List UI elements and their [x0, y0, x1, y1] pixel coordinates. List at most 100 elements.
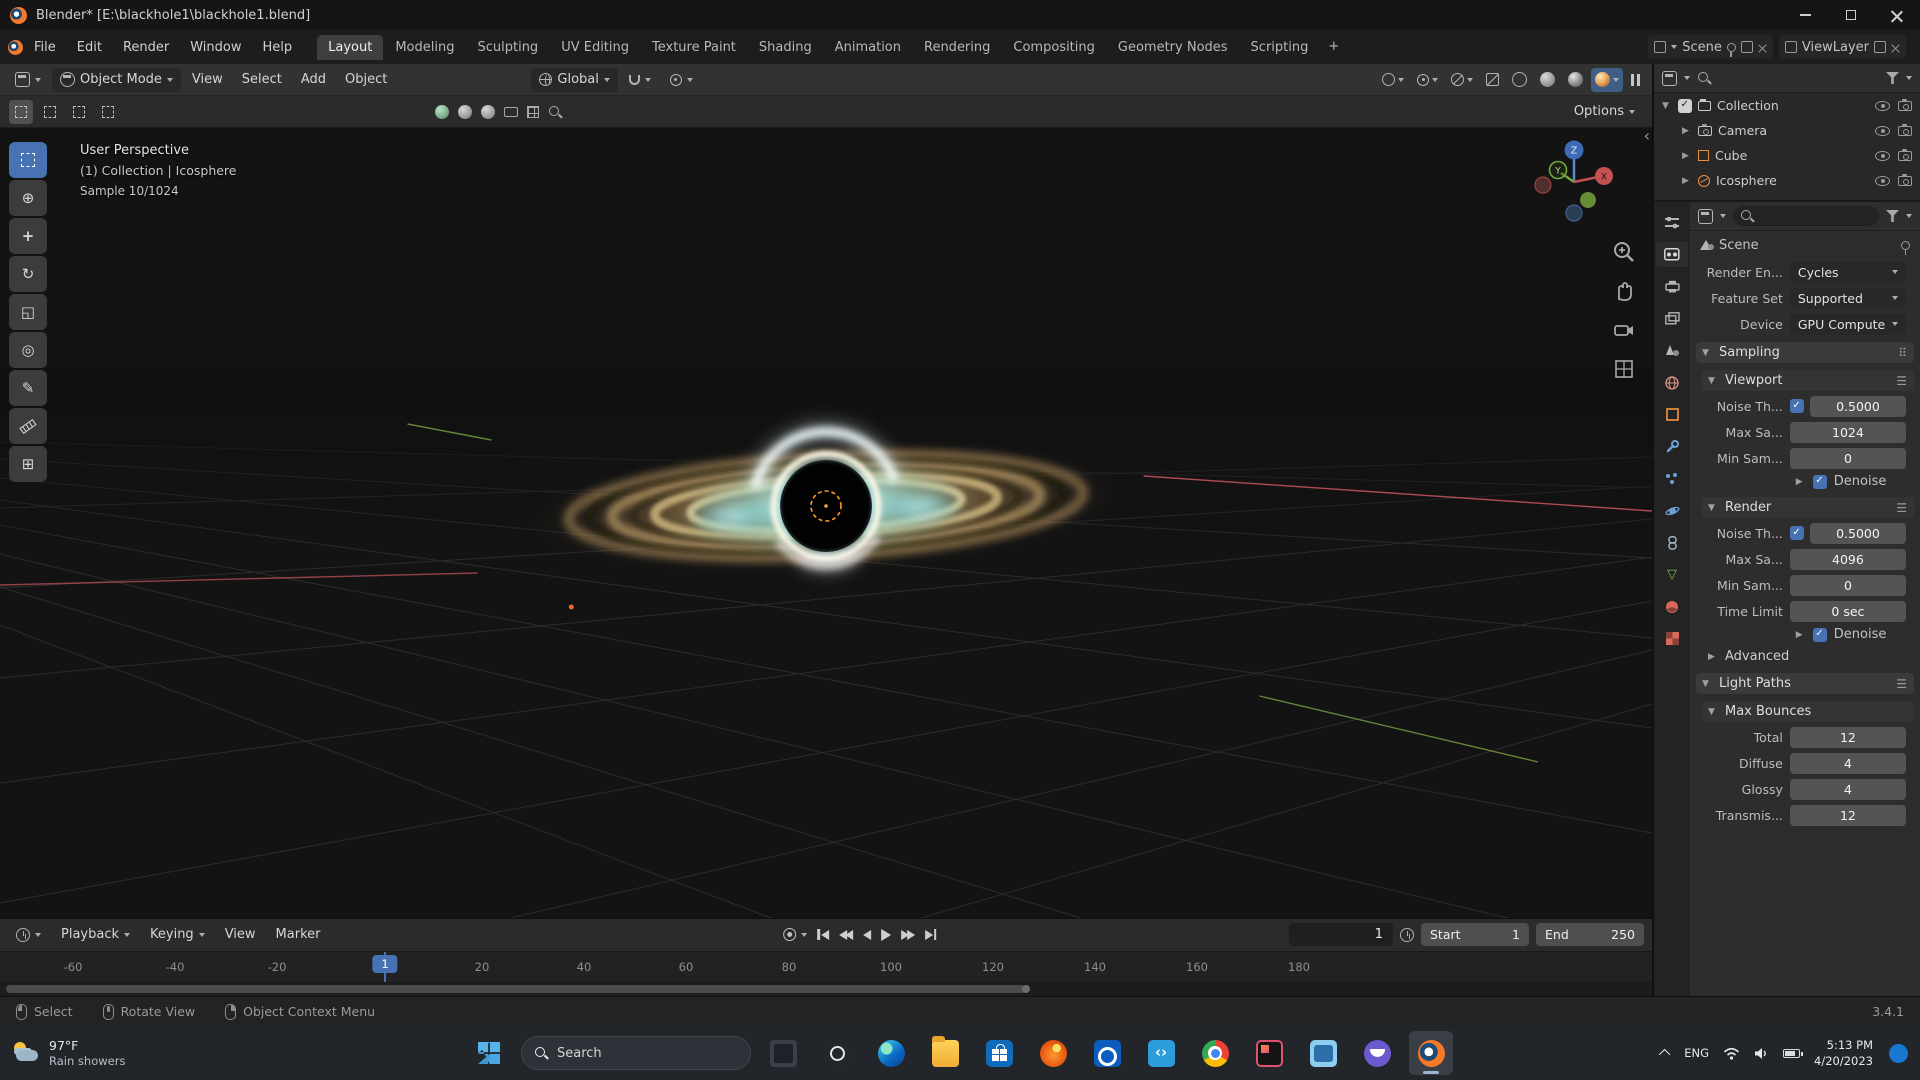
tab-layout[interactable]: Layout: [317, 34, 384, 60]
taskbar-search-box[interactable]: Search: [521, 1036, 751, 1070]
use-preview-range-icon[interactable]: [1400, 927, 1414, 942]
wifi-icon[interactable]: [1723, 1047, 1740, 1060]
expand-arrow-icon[interactable]: ▶: [1682, 176, 1692, 186]
taskbar-app-store[interactable]: [977, 1031, 1021, 1075]
close-button[interactable]: [1874, 0, 1920, 30]
noise-threshold-field[interactable]: 0.5000: [1809, 395, 1906, 417]
gizmo-neg-z-axis[interactable]: [1565, 204, 1583, 222]
add-workspace-button[interactable]: +: [1320, 35, 1347, 60]
max-samples-field[interactable]: 1024: [1789, 421, 1906, 443]
shading-material-button[interactable]: [1563, 68, 1588, 92]
render-visibility-icon[interactable]: [1898, 98, 1912, 111]
shading-ball-icon[interactable]: [435, 104, 449, 119]
expand-arrow-icon[interactable]: ▼: [1662, 101, 1672, 111]
advanced-subsection[interactable]: ▶ Advanced: [1690, 645, 1920, 668]
play-button[interactable]: [880, 928, 891, 941]
max-bounces-subsection-header[interactable]: ▼ Max Bounces: [1702, 701, 1914, 722]
eye-icon[interactable]: [1875, 150, 1890, 161]
search-icon[interactable]: [1697, 71, 1711, 85]
taskbar-app-firefox[interactable]: [1031, 1031, 1075, 1075]
eye-icon[interactable]: [1875, 175, 1890, 186]
start-frame-field[interactable]: Start 1: [1421, 923, 1529, 947]
tab-modeling[interactable]: Modeling: [384, 35, 465, 60]
eye-icon[interactable]: [1875, 125, 1890, 136]
taskbar-app-teams[interactable]: [1301, 1031, 1345, 1075]
time-limit-field[interactable]: 0 sec: [1789, 600, 1906, 622]
matcap-ball-icon[interactable]: [458, 104, 472, 119]
select-mode-invert-button[interactable]: [96, 100, 120, 124]
taskbar-app-ide[interactable]: [1247, 1031, 1291, 1075]
menu-window[interactable]: Window: [180, 36, 251, 59]
sidebar-collapse-arrow[interactable]: ‹: [1644, 128, 1650, 145]
zoom-button[interactable]: [1612, 240, 1636, 264]
viewport-canvas[interactable]: ⊕ + ↻ ◱ ◎ ✎ ⊞ User Perspective (1) Colle…: [0, 128, 1652, 918]
orthographic-toggle-button[interactable]: [1612, 357, 1636, 381]
viewport-subsection-header[interactable]: ▼ Viewport ☰: [1702, 370, 1914, 391]
auto-keying-button[interactable]: [783, 928, 808, 942]
tab-tool[interactable]: [1656, 210, 1688, 235]
taskbar-app-blender[interactable]: [1409, 1031, 1453, 1075]
tab-physics-properties[interactable]: [1656, 498, 1688, 523]
denoise-checkbox[interactable]: [1812, 474, 1827, 489]
playback-menu[interactable]: Playback: [53, 923, 138, 947]
keying-menu[interactable]: Keying: [142, 923, 213, 947]
sampling-section-header[interactable]: ▼ Sampling ⠿: [1696, 342, 1914, 363]
shading-rendered-button[interactable]: [1591, 67, 1623, 92]
render-visibility-icon[interactable]: [1898, 148, 1912, 161]
camera-view-button[interactable]: [1612, 318, 1636, 342]
select-mode-new-button[interactable]: [9, 99, 33, 124]
current-frame-field[interactable]: 1: [1289, 923, 1393, 947]
menu-add[interactable]: Add: [293, 68, 334, 92]
jump-to-end-button[interactable]: [924, 929, 937, 941]
timeline-view-menu[interactable]: View: [217, 923, 264, 947]
tool-transform[interactable]: ◎: [9, 332, 47, 368]
tab-animation[interactable]: Animation: [824, 35, 912, 60]
gizmo-neg-x-axis[interactable]: [1534, 176, 1552, 194]
options-dropdown[interactable]: Options: [1566, 100, 1643, 124]
render-engine-dropdown[interactable]: Cycles: [1789, 261, 1906, 283]
tab-rendering[interactable]: Rendering: [913, 35, 1001, 60]
tab-geometry-nodes[interactable]: Geometry Nodes: [1107, 35, 1239, 60]
tool-add-cube[interactable]: ⊞: [9, 446, 47, 482]
outliner-editor-icon[interactable]: [1662, 70, 1677, 86]
tab-particle-properties[interactable]: [1656, 466, 1688, 491]
tool-select-box[interactable]: [9, 142, 47, 178]
device-dropdown[interactable]: GPU Compute: [1789, 313, 1906, 335]
end-frame-field[interactable]: End 250: [1536, 923, 1644, 947]
collection-checkbox[interactable]: [1678, 98, 1692, 113]
taskbar-app-edge[interactable]: [869, 1031, 913, 1075]
collection-name[interactable]: Collection: [1717, 98, 1869, 113]
overlays-dropdown[interactable]: [1446, 68, 1478, 92]
object-name[interactable]: Cube: [1715, 148, 1869, 163]
outliner-row-collection[interactable]: ▼ Collection: [1654, 93, 1920, 118]
menu-select[interactable]: Select: [234, 68, 290, 92]
filter-icon[interactable]: [1886, 72, 1899, 84]
scrollbar-handle[interactable]: [6, 985, 1030, 994]
pin-icon[interactable]: [1726, 42, 1736, 57]
diffuse-field[interactable]: 4: [1789, 752, 1906, 774]
jump-to-start-button[interactable]: [817, 929, 829, 941]
shading-solid-button[interactable]: [1535, 68, 1560, 92]
menu-object[interactable]: Object: [337, 68, 395, 92]
tab-scene-properties[interactable]: [1656, 338, 1688, 363]
tab-texture-paint[interactable]: Texture Paint: [641, 35, 747, 60]
taskbar-app-camera[interactable]: [815, 1031, 859, 1075]
tab-sculpting[interactable]: Sculpting: [466, 35, 549, 60]
preset-menu-icon[interactable]: ⠿: [1898, 346, 1908, 360]
taskbar-clock[interactable]: 5:13 PM 4/20/2023: [1814, 1037, 1873, 1069]
transmission-field[interactable]: 12: [1789, 804, 1906, 826]
taskbar-app-discord[interactable]: [1355, 1031, 1399, 1075]
tab-modifier-properties[interactable]: [1656, 434, 1688, 459]
max-samples-field[interactable]: 4096: [1789, 548, 1906, 570]
tab-world-properties[interactable]: [1656, 370, 1688, 395]
editor-type-selector[interactable]: [7, 68, 49, 92]
filter-icon[interactable]: [1886, 210, 1899, 222]
new-view-layer-icon[interactable]: [1874, 41, 1886, 53]
render-visibility-icon[interactable]: [1898, 123, 1912, 136]
viewport-denoise-row[interactable]: ▶ Denoise: [1690, 471, 1920, 492]
noise-threshold-field[interactable]: 0.5000: [1809, 522, 1906, 544]
gizmos-dropdown[interactable]: [1412, 68, 1443, 92]
remove-view-layer-icon[interactable]: [1891, 43, 1900, 52]
scene-selector[interactable]: Scene: [1648, 35, 1773, 59]
play-reverse-button[interactable]: [862, 929, 871, 940]
